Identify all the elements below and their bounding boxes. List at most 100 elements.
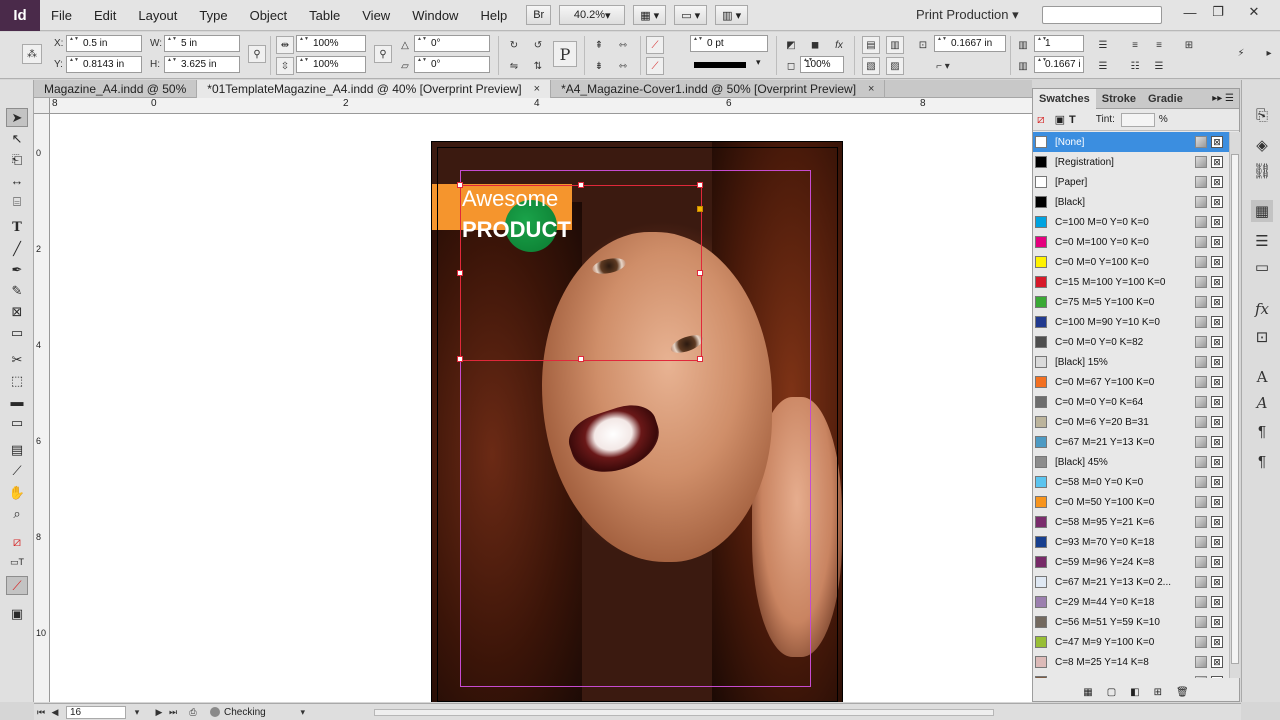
gap-tool-icon[interactable]: ↔ <box>6 171 28 190</box>
columns-field[interactable]: 1 <box>1034 35 1084 52</box>
resize-handle[interactable] <box>457 270 463 276</box>
line-tool-icon[interactable]: ╱ <box>6 239 28 258</box>
offset-field[interactable]: 0.1667 in <box>934 35 1006 52</box>
resize-handle[interactable] <box>457 182 463 188</box>
page-tool-icon[interactable]: ⎗ <box>6 150 28 169</box>
menu-help[interactable]: Help <box>469 8 518 23</box>
text-wrap-jump-icon[interactable]: ▨ <box>886 57 904 75</box>
reference-point-icon[interactable]: ⁂ <box>22 44 42 64</box>
gradient-feather-tool-icon[interactable]: ▭ <box>6 413 28 432</box>
document-page[interactable]: Awesome PRODUCT <box>431 141 843 702</box>
x-position-field[interactable]: 0.5 in <box>66 35 142 52</box>
drop-shadow-icon[interactable]: ◩ <box>782 36 800 54</box>
horizontal-scrollbar[interactable] <box>374 709 994 716</box>
select-content-icon[interactable]: ⇟ <box>590 57 608 75</box>
resize-handle[interactable] <box>578 182 584 188</box>
swatch-row[interactable]: [Black] 45% ⊠ <box>1033 452 1229 472</box>
rotate-cw-icon[interactable]: ↻ <box>505 36 523 54</box>
corner-option-handle[interactable] <box>697 206 703 212</box>
zoom-level-dropdown[interactable]: 40.2% ▾ <box>559 5 626 25</box>
scale-y-field[interactable]: 100% <box>296 56 366 73</box>
fill-swatch-icon[interactable]: ⟋ <box>646 36 664 54</box>
rotate-ccw-icon[interactable]: ↺ <box>529 36 547 54</box>
ruler-origin[interactable] <box>34 98 50 114</box>
swatch-row[interactable]: C=59 M=96 Y=24 K=8 ⊠ <box>1033 552 1229 572</box>
chevron-down-icon[interactable]: ▾ <box>296 707 310 718</box>
layers-panel-icon[interactable]: ◈ <box>1251 134 1273 156</box>
show-color-swatches-icon[interactable]: ▢ <box>1107 687 1116 701</box>
character-styles-icon[interactable]: A <box>1251 392 1273 414</box>
tab-magazine-cover[interactable]: *A4_Magazine-Cover1.indd @ 50% [Overprin… <box>551 80 886 98</box>
y-position-field[interactable]: 0.8143 in <box>66 56 142 73</box>
scissors-tool-icon[interactable]: ✂ <box>6 350 28 369</box>
search-input[interactable] <box>1042 6 1162 24</box>
screen-mode-icon[interactable]: ▣ <box>6 604 28 623</box>
height-field[interactable]: 3.625 in <box>164 56 240 73</box>
menu-layout[interactable]: Layout <box>127 8 188 23</box>
links-panel-icon[interactable]: ⛓ <box>1251 160 1273 182</box>
first-page-icon[interactable]: ⏮ <box>34 707 48 718</box>
shear-angle-field[interactable]: 0° <box>414 56 490 73</box>
new-swatch-icon[interactable]: ⊞ <box>1154 687 1162 701</box>
resize-handle[interactable] <box>578 356 584 362</box>
type-tool-icon[interactable]: T <box>6 218 28 237</box>
minimize-button[interactable]: — <box>1176 2 1204 22</box>
selection-tool-icon[interactable]: ➤ <box>6 108 28 127</box>
zoom-tool-icon[interactable]: ⌕ <box>6 504 28 523</box>
pencil-tool-icon[interactable]: ✎ <box>6 281 28 300</box>
hand-tool-icon[interactable]: ✋ <box>6 483 28 502</box>
select-next-icon[interactable]: ⇿ <box>614 57 632 75</box>
gradient-swatch-tool-icon[interactable]: ▬ <box>6 392 28 411</box>
text-wrap-none-icon[interactable]: ▤ <box>862 36 880 54</box>
swatch-row[interactable]: [None] ⊠ <box>1033 132 1229 152</box>
tab-swatches[interactable]: Swatches <box>1033 88 1096 109</box>
swatch-row[interactable]: C=46 M=58 Y=70 K=25 ⊠ <box>1033 672 1229 678</box>
swatch-row[interactable]: [Black] 15% ⊠ <box>1033 352 1229 372</box>
formatting-text-icon[interactable]: T <box>1069 114 1076 126</box>
opacity-field[interactable]: 100% <box>800 56 844 73</box>
menu-type[interactable]: Type <box>188 8 238 23</box>
character-panel-icon[interactable]: A <box>1251 366 1273 388</box>
direct-selection-tool-icon[interactable]: ↖ <box>6 129 28 148</box>
vertical-ruler[interactable]: 0 2 4 6 8 10 <box>34 114 50 702</box>
close-icon[interactable]: × <box>534 81 540 98</box>
fx-icon[interactable]: fx <box>830 36 848 54</box>
bridge-button[interactable]: Br <box>526 5 552 25</box>
swatch-row[interactable]: [Paper] ⊠ <box>1033 172 1229 192</box>
rectangle-frame-tool-icon[interactable]: ⊠ <box>6 302 28 321</box>
pasteboard[interactable]: Awesome PRODUCT <box>50 114 1032 702</box>
paragraph-styles-icon[interactable]: ¶ <box>1251 420 1273 442</box>
swatch-row[interactable]: C=0 M=100 Y=0 K=0 ⊠ <box>1033 232 1229 252</box>
free-transform-tool-icon[interactable]: ⬚ <box>6 371 28 390</box>
swatch-row[interactable]: C=0 M=0 Y=100 K=0 ⊠ <box>1033 252 1229 272</box>
resize-handle[interactable] <box>457 356 463 362</box>
stroke-weight-field[interactable]: 0 pt <box>690 35 768 52</box>
swatch-row[interactable]: C=100 M=0 Y=0 K=0 ⊠ <box>1033 212 1229 232</box>
align-bottom-icon[interactable]: ≡ <box>1150 36 1168 54</box>
swatch-row[interactable]: C=0 M=67 Y=100 K=0 ⊠ <box>1033 372 1229 392</box>
flip-vertical-icon[interactable]: ⇅ <box>529 57 547 75</box>
tint-field[interactable] <box>1120 112 1155 127</box>
swatch-row[interactable]: C=67 M=21 Y=13 K=0 ⊠ <box>1033 432 1229 452</box>
swatch-row[interactable]: C=0 M=50 Y=100 K=0 ⊠ <box>1033 492 1229 512</box>
swatch-row[interactable]: C=8 M=25 Y=14 K=8 ⊠ <box>1033 652 1229 672</box>
swatch-row[interactable]: [Registration] ⊠ <box>1033 152 1229 172</box>
menu-object[interactable]: Object <box>239 8 299 23</box>
content-collector-icon[interactable]: ⌸ <box>6 192 28 211</box>
restore-button[interactable]: ❐ <box>1204 2 1232 22</box>
scrollbar-thumb[interactable] <box>1231 154 1239 664</box>
swatch-row[interactable]: C=0 M=0 Y=0 K=82 ⊠ <box>1033 332 1229 352</box>
text-wrap-panel-icon[interactable]: ⊡ <box>1251 326 1273 348</box>
stroke-type-dropdown[interactable]: ▾ <box>690 57 768 71</box>
stroke-swatch-icon[interactable]: ⟋ <box>646 57 664 75</box>
swatch-row[interactable]: C=29 M=44 Y=0 K=18 ⊠ <box>1033 592 1229 612</box>
swatch-row[interactable]: C=0 M=6 Y=20 B=31 ⊠ <box>1033 412 1229 432</box>
open-page-icon[interactable]: ⎙ <box>186 707 200 718</box>
note-tool-icon[interactable]: ▤ <box>6 440 28 459</box>
constrain-scale-icon[interactable]: ⚲ <box>374 45 392 63</box>
tab-magazine-a4[interactable]: Magazine_A4.indd @ 50% <box>34 80 198 98</box>
screen-mode-button[interactable]: ▭ ▾ <box>674 5 708 25</box>
view-options-button[interactable]: ▦ ▾ <box>633 5 667 25</box>
resize-handle[interactable] <box>697 182 703 188</box>
width-field[interactable]: 5 in <box>164 35 240 52</box>
